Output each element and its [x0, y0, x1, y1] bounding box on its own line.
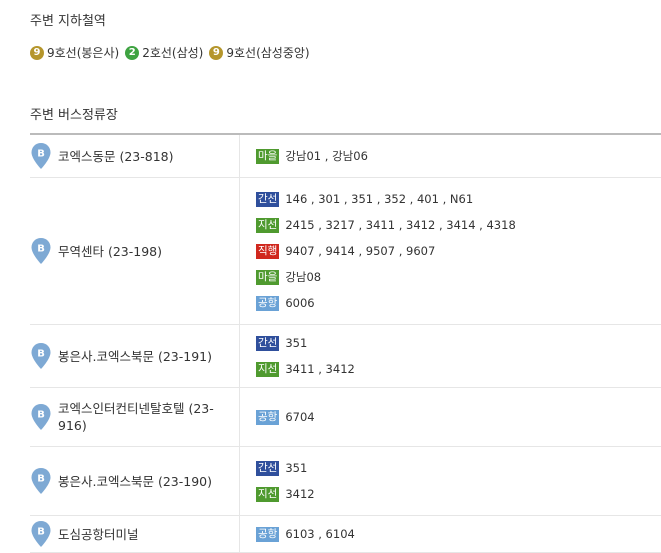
- bus-stop-pin-icon: B: [31, 404, 51, 430]
- bus-stop-row: B 코엑스동문 (23-818) 마을 강남01 , 강남06: [30, 135, 661, 178]
- bus-routes-cell: 마을 강남01 , 강남06: [240, 135, 661, 177]
- bus-route-numbers[interactable]: 강남01 , 강남06: [285, 148, 368, 164]
- bus-route-line: 간선 146 , 301 , 351 , 352 , 401 , N61: [256, 186, 661, 212]
- bus-route-line: 지선 3411 , 3412: [256, 356, 661, 382]
- bus-stop-name: 봉은사.코엑스북문 (23-190): [58, 473, 212, 489]
- bus-stop-cell[interactable]: B 코엑스인터컨티넨탈호텔 (23-916): [30, 388, 240, 446]
- bus-type-badge: 지선: [256, 361, 280, 377]
- bus-stop-row: B 코엑스인터컨티넨탈호텔 (23-916) 공항 6704: [30, 388, 661, 447]
- bus-type-badge: 공항: [256, 526, 280, 542]
- bus-stop-name: 무역센타 (23-198): [58, 243, 163, 259]
- bus-route-numbers[interactable]: 6006: [285, 296, 314, 310]
- bus-type-badge: 간선: [256, 335, 280, 351]
- bus-stop-cell[interactable]: B 코엑스동문 (23-818): [30, 135, 240, 177]
- bus-stop-cell[interactable]: B 봉은사.코엑스북문 (23-190): [30, 447, 240, 515]
- bus-type-badge: 지선: [256, 217, 280, 233]
- bus-stop-cell[interactable]: B 봉은사.코엑스북문 (23-191): [30, 325, 240, 387]
- bus-routes-cell: 간선 146 , 301 , 351 , 352 , 401 , N61 지선 241…: [240, 178, 661, 324]
- pin-letter: B: [37, 149, 45, 160]
- bus-type-badge: 간선: [256, 460, 280, 476]
- bus-type-badge: 공항: [256, 295, 280, 311]
- bus-routes-cell: 간선 351 지선 3411 , 3412: [240, 325, 661, 387]
- bus-type-badge: 공항: [256, 409, 280, 425]
- bus-route-line: 마을 강남01 , 강남06: [256, 143, 661, 169]
- bus-stop-pin-icon: B: [31, 238, 51, 264]
- pin-letter: B: [37, 410, 45, 421]
- bus-route-numbers[interactable]: 2415 , 3217 , 3411 , 3412 , 3414 , 4318: [285, 218, 515, 232]
- line-9-badge-icon: 9: [30, 45, 44, 60]
- bus-route-line: 직행 9407 , 9414 , 9507 , 9607: [256, 238, 661, 264]
- bus-type-badge: 마을: [256, 269, 280, 285]
- bus-route-line: 공항 6103 , 6104: [256, 521, 661, 547]
- bus-routes-cell: 간선 351 지선 3412: [240, 447, 661, 515]
- bus-route-line: 간선 351: [256, 330, 661, 356]
- bus-routes-cell: 공항 6103 , 6104: [240, 516, 661, 552]
- bus-type-badge: 간선: [256, 191, 280, 207]
- bus-route-line: 지선 3412: [256, 481, 661, 507]
- subway-line-label: 2호선(삼성): [142, 46, 204, 60]
- bus-route-numbers[interactable]: 6103 , 6104: [285, 527, 355, 541]
- bus-stop-pin-icon: B: [31, 521, 51, 547]
- bus-type-badge: 직행: [256, 243, 280, 259]
- bus-route-numbers[interactable]: 146 , 301 , 351 , 352 , 401 , N61: [285, 192, 473, 206]
- bus-stop-pin-icon: B: [31, 343, 51, 369]
- bus-stop-row: B 봉은사.코엑스북문 (23-191) 간선 351 지선 3411 , 3412: [30, 325, 661, 388]
- bus-section-title: 주변 버스정류장: [30, 108, 118, 123]
- bus-stop-name: 코엑스동문 (23-818): [58, 148, 174, 164]
- bus-stop-pin-icon: B: [31, 143, 51, 169]
- bus-route-line: 간선 351: [256, 455, 661, 481]
- bus-stop-name: 봉은사.코엑스북문 (23-191): [58, 348, 212, 364]
- bus-route-line: 지선 2415 , 3217 , 3411 , 3412 , 3414 , 431…: [256, 212, 661, 238]
- bus-stop-cell[interactable]: B 도심공항터미널: [30, 516, 240, 552]
- bus-stop-row: B 무역센타 (23-198) 간선 146 , 301 , 351 , 352 , …: [30, 178, 661, 325]
- pin-letter: B: [37, 474, 45, 485]
- line-9-badge-icon: 9: [209, 45, 224, 60]
- bus-route-numbers[interactable]: 9407 , 9414 , 9507 , 9607: [285, 244, 435, 258]
- bus-type-badge: 마을: [256, 148, 280, 164]
- bus-route-numbers[interactable]: 3411 , 3412: [285, 362, 355, 376]
- bus-type-badge: 지선: [256, 486, 280, 502]
- bus-stop-name: 코엑스인터컨티넨탈호텔 (23-916): [58, 401, 214, 433]
- pin-letter: B: [37, 244, 45, 255]
- line-2-badge-icon: 2: [125, 45, 140, 60]
- bus-routes-cell: 공항 6704: [240, 388, 661, 446]
- bus-route-numbers[interactable]: 3412: [285, 487, 314, 501]
- bus-route-line: 공항 6704: [256, 404, 661, 430]
- bus-route-numbers[interactable]: 강남08: [285, 269, 321, 285]
- bus-route-numbers[interactable]: 6704: [285, 410, 314, 424]
- bus-route-numbers[interactable]: 351: [285, 336, 307, 350]
- bus-stop-row: B 도심공항터미널 공항 6103 , 6104: [30, 516, 661, 553]
- bus-route-numbers[interactable]: 351: [285, 461, 307, 475]
- subway-line-list: 9 9호선(봉은사) 2 2호선(삼성) 9 9호선(삼성중앙): [30, 44, 316, 61]
- subway-line-item[interactable]: 9 9호선(봉은사): [30, 44, 119, 61]
- subway-line-label: 9호선(봉은사): [47, 46, 120, 60]
- subway-line-item[interactable]: 2 2호선(삼성): [125, 44, 203, 61]
- subway-section-title: 주변 지하철역: [30, 14, 106, 29]
- pin-letter: B: [37, 527, 45, 538]
- pin-letter: B: [37, 349, 45, 360]
- bus-stop-row: B 봉은사.코엑스북문 (23-190) 간선 351 지선 3412: [30, 447, 661, 516]
- bus-route-line: 마을 강남08: [256, 264, 661, 290]
- subway-line-item[interactable]: 9 9호선(삼성중앙): [209, 44, 310, 61]
- bus-stop-table: B 코엑스동문 (23-818) 마을 강남01 , 강남06 B 무역센타 (23-19…: [30, 133, 661, 553]
- bus-stop-pin-icon: B: [31, 468, 51, 494]
- bus-route-line: 공항 6006: [256, 290, 661, 316]
- bus-stop-cell[interactable]: B 무역센타 (23-198): [30, 178, 240, 324]
- bus-stop-name: 도심공항터미널: [58, 526, 139, 542]
- subway-line-label: 9호선(삼성중앙): [226, 46, 310, 60]
